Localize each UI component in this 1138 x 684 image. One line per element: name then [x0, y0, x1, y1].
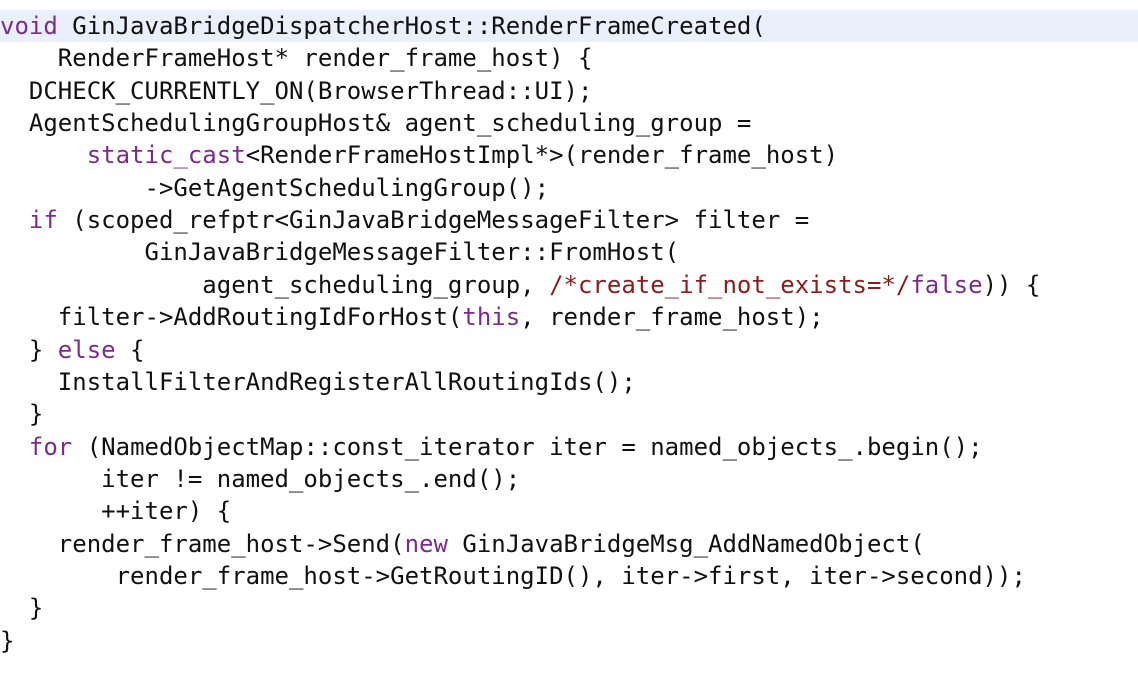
code-keyword: false	[910, 270, 983, 299]
code-line: void GinJavaBridgeDispatcherHost::Render…	[0, 10, 1138, 42]
code-text: }	[0, 594, 44, 623]
code-text: {	[115, 335, 145, 364]
code-keyword: else	[57, 335, 116, 364]
code-keyword: this	[462, 303, 521, 332]
code-line: }	[0, 592, 1138, 624]
code-text: render_frame_host->Send(	[0, 529, 405, 558]
code-line: RenderFrameHost* render_frame_host) {	[0, 42, 1138, 74]
code-text: (scoped_refptr<GinJavaBridgeMessageFilte…	[57, 206, 810, 235]
code-text: AgentSchedulingGroupHost& agent_scheduli…	[0, 109, 752, 138]
code-line: for (NamedObjectMap::const_iterator iter…	[0, 431, 1138, 463]
code-text: , render_frame_host);	[520, 303, 824, 332]
code-text: InstallFilterAndRegisterAllRoutingIds();	[0, 367, 636, 396]
code-line: AgentSchedulingGroupHost& agent_scheduli…	[0, 107, 1138, 139]
code-keyword: static_cast	[86, 141, 246, 170]
code-keyword: if	[28, 206, 58, 235]
code-text: }	[0, 335, 58, 364]
code-line: iter != named_objects_.end();	[0, 463, 1138, 495]
code-line: ++iter) {	[0, 495, 1138, 527]
code-view: void GinJavaBridgeDispatcherHost::Render…	[0, 0, 1138, 684]
code-line: agent_scheduling_group, /*create_if_not_…	[0, 269, 1138, 301]
code-text: )) {	[982, 270, 1041, 299]
code-text: ++iter) {	[0, 497, 232, 526]
code-text: GinJavaBridgeDispatcherHost::RenderFrame…	[57, 12, 766, 40]
code-keyword: for	[28, 432, 73, 461]
code-text: agent_scheduling_group,	[0, 270, 550, 299]
code-text: render_frame_host->GetRoutingID(), iter-…	[0, 561, 1026, 590]
code-text: }	[0, 626, 15, 655]
code-text: ->GetAgentSchedulingGroup();	[0, 173, 550, 202]
code-line: render_frame_host->Send(new GinJavaBridg…	[0, 528, 1138, 560]
code-line: InstallFilterAndRegisterAllRoutingIds();	[0, 366, 1138, 398]
code-line: } else {	[0, 334, 1138, 366]
code-text: GinJavaBridgeMsg_AddNamedObject(	[447, 529, 925, 558]
code-line: ->GetAgentSchedulingGroup();	[0, 172, 1138, 204]
code-keyword: new	[404, 529, 448, 558]
code-line: }	[0, 625, 1138, 657]
code-text: RenderFrameHost* render_frame_host) {	[0, 44, 593, 73]
code-text: iter != named_objects_.end();	[0, 464, 521, 493]
code-text: <RenderFrameHostImpl*>(render_frame_host…	[245, 141, 839, 170]
code-line: DCHECK_CURRENTLY_ON(BrowserThread::UI);	[0, 75, 1138, 107]
code-comment: /*create_if_not_exists=*/	[549, 270, 911, 299]
code-line: if (scoped_refptr<GinJavaBridgeMessageFi…	[0, 204, 1138, 236]
code-line: static_cast<RenderFrameHostImpl*>(render…	[0, 139, 1138, 171]
code-line: filter->AddRoutingIdForHost(this, render…	[0, 301, 1138, 333]
code-text: GinJavaBridgeMessageFilter::FromHost(	[0, 238, 680, 267]
code-text: filter->AddRoutingIdForHost(	[0, 303, 463, 332]
code-line: render_frame_host->GetRoutingID(), iter-…	[0, 560, 1138, 592]
code-line: GinJavaBridgeMessageFilter::FromHost(	[0, 236, 1138, 268]
code-line: }	[0, 398, 1138, 430]
code-text: }	[0, 400, 44, 429]
code-text: DCHECK_CURRENTLY_ON(BrowserThread::UI);	[0, 76, 593, 105]
code-keyword: void	[0, 12, 58, 40]
code-text: (NamedObjectMap::const_iterator iter = n…	[72, 432, 983, 461]
